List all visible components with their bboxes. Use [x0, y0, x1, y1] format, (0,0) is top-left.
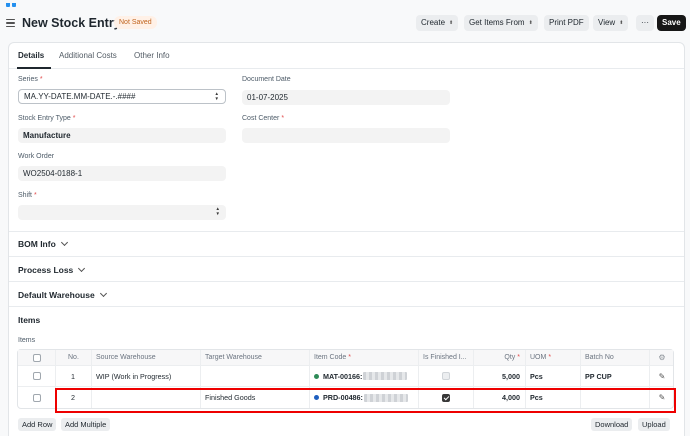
row-source-warehouse[interactable]: WIP (Work in Progress)	[92, 366, 201, 386]
highlight-box	[55, 388, 676, 413]
add-row-button[interactable]: Add Row	[18, 418, 57, 431]
save-button[interactable]: Save	[657, 15, 686, 31]
items-table-label: Items	[18, 337, 36, 344]
shift-select[interactable]: ▲ ▼	[18, 205, 226, 220]
work-order-input[interactable]: WO2504-0188-1	[18, 166, 226, 181]
tab-additional-costs[interactable]: Additional Costs	[59, 51, 117, 60]
row-target-warehouse[interactable]	[201, 366, 310, 386]
row-batch-no[interactable]: PP CUP	[581, 366, 650, 386]
row-qty[interactable]: 5,000	[474, 366, 526, 386]
upload-button[interactable]: Upload	[638, 418, 670, 431]
select-updown-icon: ▲ ▼	[215, 206, 220, 216]
col-is-finished: Is Finished I...	[419, 350, 474, 365]
row-checkbox[interactable]	[32, 393, 41, 402]
form-tabs: Details Additional Costs Other Info	[9, 43, 684, 69]
chevron-down-icon	[60, 238, 68, 247]
col-qty: Qty *	[474, 350, 526, 365]
table-header-row: No. Source Warehouse Target Warehouse It…	[18, 350, 673, 366]
cost-center-label: Cost Center *	[242, 115, 285, 122]
get-items-from-button[interactable]: Get Items From ⬍	[464, 15, 538, 31]
chevron-down-icon	[78, 264, 86, 273]
row-item-code[interactable]: MAT-00166:	[310, 366, 419, 386]
is-finished-checkbox[interactable]	[442, 372, 450, 380]
add-multiple-button[interactable]: Add Multiple	[61, 418, 111, 431]
status-badge: Not Saved	[114, 16, 157, 29]
column-settings-icon[interactable]: ⚙	[658, 353, 665, 362]
document-date-input[interactable]: 01-07-2025	[242, 90, 450, 105]
select-all-checkbox[interactable]	[32, 353, 41, 362]
series-select[interactable]: MA.YY-DATE.MM-DATE.-.#### ▲ ▼	[18, 89, 226, 104]
series-label: Series *	[18, 76, 43, 83]
row-checkbox[interactable]	[32, 372, 41, 380]
create-button[interactable]: Create ⬍	[416, 15, 459, 31]
items-section-title: Items	[18, 315, 41, 325]
app-logo[interactable]	[6, 0, 20, 7]
select-updown-icon: ▲ ▼	[214, 91, 219, 101]
edit-row-icon[interactable]: ✎	[659, 372, 666, 381]
tab-details[interactable]: Details	[18, 51, 44, 60]
cost-center-input[interactable]	[242, 128, 450, 143]
download-button[interactable]: Download	[591, 418, 633, 431]
section-divider	[9, 306, 684, 307]
status-dot-icon	[314, 373, 319, 379]
updown-icon: ⬍	[619, 20, 624, 26]
redacted-text	[363, 372, 408, 380]
print-pdf-button[interactable]: Print PDF	[544, 15, 589, 31]
more-actions-button[interactable]: ···	[636, 15, 654, 31]
active-tab-indicator	[17, 67, 51, 69]
col-source-warehouse: Source Warehouse	[92, 350, 201, 365]
section-divider	[9, 281, 684, 282]
section-divider	[9, 256, 684, 257]
col-batch-no: Batch No	[581, 350, 650, 365]
table-row[interactable]: 1 WIP (Work in Progress) MAT-00166: 5,00…	[18, 366, 673, 387]
sidebar-toggle-icon[interactable]	[6, 18, 15, 28]
shift-label: Shift *	[18, 192, 37, 199]
tab-other-info[interactable]: Other Info	[134, 51, 170, 60]
updown-icon: ⬍	[449, 20, 454, 26]
stock-entry-type-label: Stock Entry Type *	[18, 115, 76, 122]
view-button[interactable]: View ⬍	[593, 15, 629, 31]
work-order-label: Work Order	[18, 153, 55, 160]
document-date-label: Document Date	[242, 76, 291, 83]
updown-icon: ⬍	[528, 20, 533, 26]
page-title: New Stock Entry	[22, 16, 121, 30]
col-item-code: Item Code *	[310, 350, 419, 365]
row-uom[interactable]: Pcs	[526, 366, 581, 386]
section-divider	[9, 231, 684, 232]
stock-entry-type-input[interactable]: Manufacture	[18, 128, 226, 143]
row-no: 1	[56, 366, 92, 386]
bom-info-section[interactable]: BOM Info	[18, 238, 68, 249]
col-target-warehouse: Target Warehouse	[201, 350, 310, 365]
process-loss-section[interactable]: Process Loss	[18, 264, 86, 275]
chevron-down-icon	[99, 289, 107, 298]
default-warehouse-section[interactable]: Default Warehouse	[18, 289, 107, 300]
col-no: No.	[56, 350, 92, 365]
col-uom: UOM *	[526, 350, 581, 365]
